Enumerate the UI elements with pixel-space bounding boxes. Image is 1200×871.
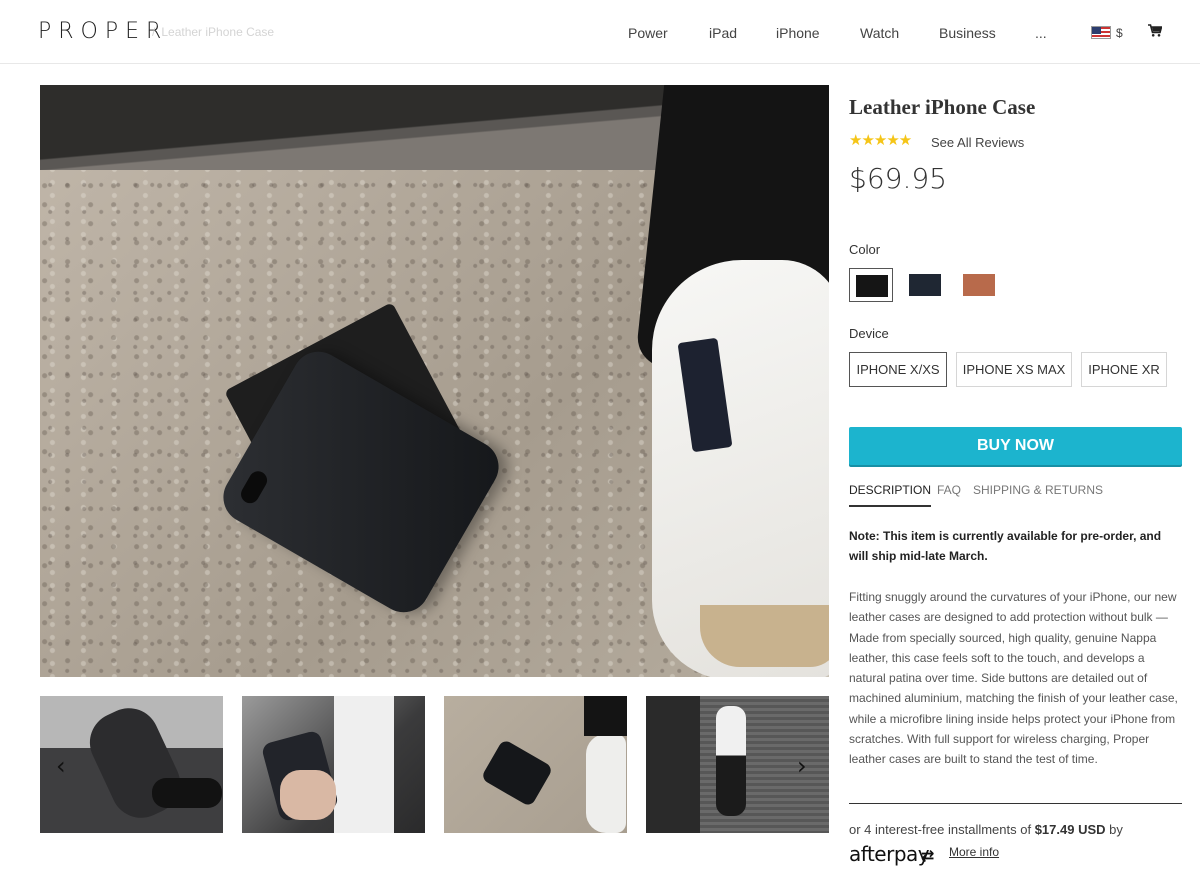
afterpay-prefix: or 4 interest-free installments of (849, 822, 1035, 837)
swatch-fill (909, 274, 941, 296)
color-swatch-tan[interactable] (957, 268, 1001, 302)
thumbnail-phone (480, 738, 554, 808)
afterpay-suffix: by (1105, 822, 1123, 837)
thumbnail-figure (80, 698, 190, 828)
color-label: Color (849, 242, 881, 257)
gallery-prev-arrow-icon[interactable]: ‹ (56, 752, 66, 780)
thumbnail-trouser (584, 696, 627, 736)
afterpay-logo: afterpay (849, 842, 930, 866)
buy-now-button[interactable]: BUY NOW (849, 427, 1182, 465)
afterpay-more-info-link[interactable]: More info (949, 845, 999, 859)
thumbnail-hand (280, 770, 336, 820)
thumbnail-2[interactable] (242, 696, 425, 833)
nav-watch[interactable]: Watch (860, 25, 899, 41)
color-swatch-black[interactable] (849, 268, 893, 302)
afterpay-arrows-icon: ⇄ (921, 846, 935, 865)
tab-description[interactable]: DESCRIPTION (849, 483, 932, 507)
currency-selector[interactable]: $ (1116, 26, 1123, 40)
product-description: Fitting snuggly around the curvatures of… (849, 590, 1178, 767)
product-title: Leather iPhone Case (849, 95, 1036, 119)
swatch-fill (856, 275, 888, 297)
thumbnail-3[interactable] (444, 696, 627, 833)
divider (849, 803, 1182, 804)
proper-logo[interactable]: PROPER (38, 19, 168, 44)
rating-stars-icon: ★★★★★ (849, 131, 912, 149)
thumbnail-1[interactable] (40, 696, 223, 833)
product-price: $69.95 (849, 162, 947, 195)
nav-ipad[interactable]: iPad (709, 25, 737, 41)
thumbnail-person (716, 706, 746, 816)
device-option-iphone-xr[interactable]: IPHONE XR (1081, 352, 1167, 387)
preorder-note: Note: This item is currently available f… (849, 529, 1162, 563)
device-option-iphone-xs-max[interactable]: IPHONE XS MAX (956, 352, 1072, 387)
nav-iphone[interactable]: iPhone (776, 25, 820, 41)
breadcrumb-current: Leather iPhone Case (161, 25, 275, 39)
device-label: Device (849, 326, 889, 341)
nav-business[interactable]: Business (939, 25, 996, 41)
main-product-image[interactable] (40, 85, 829, 677)
thumbnail-shoe (152, 778, 222, 808)
thumbnail-shutter-edge (646, 696, 700, 833)
breadcrumb-separator: / (152, 25, 156, 39)
sneaker-sole (700, 605, 829, 667)
tab-shipping-returns[interactable]: SHIPPING & RETURNS (973, 483, 1103, 497)
device-option-iphone-x-xs[interactable]: IPHONE X/XS (849, 352, 947, 387)
swatch-fill (963, 274, 995, 296)
afterpay-installments: or 4 interest-free installments of $17.4… (849, 822, 1123, 837)
nav-more[interactable]: ... (1035, 25, 1047, 41)
see-all-reviews-link[interactable]: See All Reviews (931, 135, 1024, 150)
cart-icon-graphic (1148, 24, 1163, 37)
afterpay-amount: $17.49 USD (1034, 822, 1106, 837)
cart-icon[interactable] (1148, 24, 1163, 41)
camera-bump (237, 468, 271, 507)
us-flag-icon[interactable] (1091, 26, 1111, 39)
tab-faq[interactable]: FAQ (937, 483, 961, 497)
gallery-next-arrow-icon[interactable]: › (797, 752, 807, 780)
thumbnail-shoe (586, 734, 626, 833)
thumbnail-shirt (334, 696, 394, 833)
nav-power[interactable]: Power (628, 25, 668, 41)
breadcrumb: / Leather iPhone Case (152, 25, 274, 39)
site-header: PROPER / Leather iPhone Case Power iPad i… (0, 0, 1200, 64)
color-swatch-navy[interactable] (903, 268, 947, 302)
